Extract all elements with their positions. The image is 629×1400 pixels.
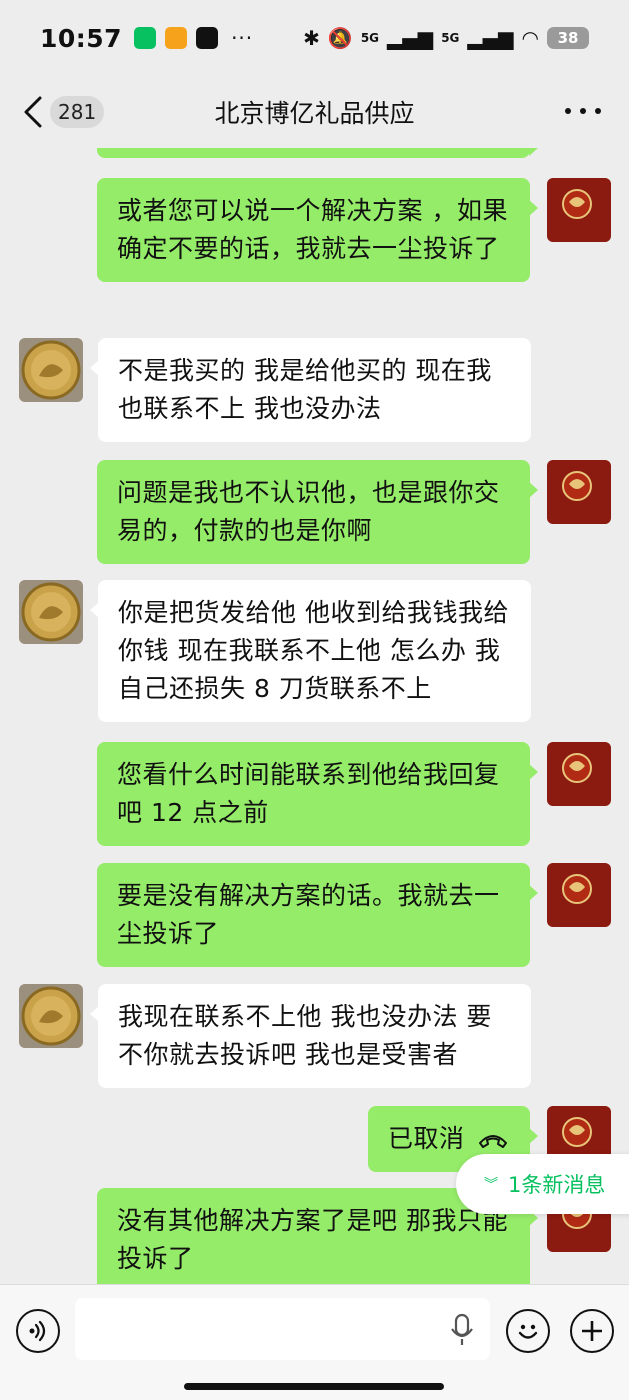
more-notifications-indicator: ··· xyxy=(231,26,254,50)
voice-icon xyxy=(29,1320,46,1342)
microphone-icon[interactable] xyxy=(450,1313,474,1347)
dragon-coin-avatar-icon xyxy=(547,742,611,806)
new-message-label: 1条新消息 xyxy=(508,1173,606,1197)
message-bubble[interactable]: 我现在联系不上他 我也没办法 要不你就去投诉吧 我也是受害者 xyxy=(90,984,531,1088)
orange-app-icon xyxy=(165,27,188,49)
my-avatar[interactable] xyxy=(547,742,611,806)
battery-indicator: 38 xyxy=(547,27,589,49)
emoji-button[interactable] xyxy=(506,1309,550,1353)
message-bubble[interactable]: 不是我买的 我是给他买的 现在我也联系不上 我也没办法 xyxy=(90,338,531,442)
gold-coin-avatar-icon xyxy=(19,984,83,1048)
my-avatar[interactable] xyxy=(547,460,611,524)
chat-header: 281 北京博亿礼品供应 xyxy=(0,76,629,148)
message-bubble[interactable]: 要是没有解决方案的话。我就去一尘投诉了 xyxy=(97,863,538,967)
gold-coin-avatar-icon xyxy=(19,580,83,644)
bluetooth-icon: ✱ xyxy=(303,26,320,50)
message-bubble[interactable]: 问题是我也不认识他，也是跟你交易的，付款的也是你啊 xyxy=(97,460,538,564)
new-message-button[interactable]: ︾ 1条新消息 xyxy=(456,1154,629,1214)
contact-avatar[interactable] xyxy=(19,580,83,644)
message-bubble-partial[interactable] xyxy=(97,148,538,158)
dot-icon xyxy=(580,108,586,114)
signal-icon: ▂▄▆ xyxy=(387,26,434,50)
back-button[interactable] xyxy=(20,94,50,130)
unread-count-badge[interactable]: 281 xyxy=(50,96,105,128)
notification-icons: ··· xyxy=(134,26,253,50)
phone-hangup-icon xyxy=(478,1135,507,1148)
dot-icon xyxy=(565,108,571,114)
status-time: 10:57 xyxy=(40,23,123,53)
dragon-coin-avatar-icon xyxy=(547,178,611,242)
message-bubble[interactable]: 或者您可以说一个解决方案 ，如果确定不要的话，我就去一尘投诉了 xyxy=(97,178,538,282)
tiktok-icon xyxy=(196,27,219,49)
system-icons: ✱ 🔕 5G ▂▄▆ 5G ▂▄▆ ◠ 38 xyxy=(303,26,589,50)
message-bubble[interactable]: 你是把货发给他 他收到给我钱我给你钱 现在我联系不上他 怎么办 我自己还损失 8… xyxy=(90,580,531,722)
chevron-left-icon xyxy=(24,96,42,128)
contact-avatar[interactable] xyxy=(19,984,83,1048)
voice-mode-button[interactable] xyxy=(16,1309,60,1353)
dragon-coin-avatar-icon xyxy=(547,460,611,524)
dragon-coin-avatar-icon xyxy=(547,863,611,927)
signal-2-label: 5G xyxy=(441,31,460,45)
wifi-icon: ◠ xyxy=(521,26,539,50)
contact-avatar[interactable] xyxy=(19,338,83,402)
home-indicator[interactable] xyxy=(184,1383,444,1390)
mute-icon: 🔕 xyxy=(327,26,353,50)
wechat-icon xyxy=(134,27,157,49)
plus-icon xyxy=(582,1321,602,1341)
call-status-label: 已取消 xyxy=(388,1124,465,1153)
dot-icon xyxy=(595,108,601,114)
my-avatar[interactable] xyxy=(547,863,611,927)
smile-icon xyxy=(518,1324,538,1339)
status-bar: 10:57 ··· ✱ 🔕 5G ▂▄▆ 5G ▂▄▆ ◠ 38 xyxy=(0,0,629,76)
double-chevron-down-icon: ︾ xyxy=(484,1177,498,1193)
signal-icon: ▂▄▆ xyxy=(467,26,514,50)
message-bubble[interactable]: 您看什么时间能联系到他给我回复吧 12 点之前 xyxy=(97,742,538,846)
message-input[interactable] xyxy=(75,1298,490,1360)
signal-1-label: 5G xyxy=(360,31,380,45)
my-avatar[interactable] xyxy=(547,178,611,242)
gold-coin-avatar-icon xyxy=(19,338,83,402)
more-options-button[interactable] xyxy=(565,96,601,126)
message-list[interactable]: 或者您可以说一个解决方案 ，如果确定不要的话，我就去一尘投诉了 不是我买的 我是… xyxy=(0,148,629,1284)
more-functions-button[interactable] xyxy=(570,1309,614,1353)
